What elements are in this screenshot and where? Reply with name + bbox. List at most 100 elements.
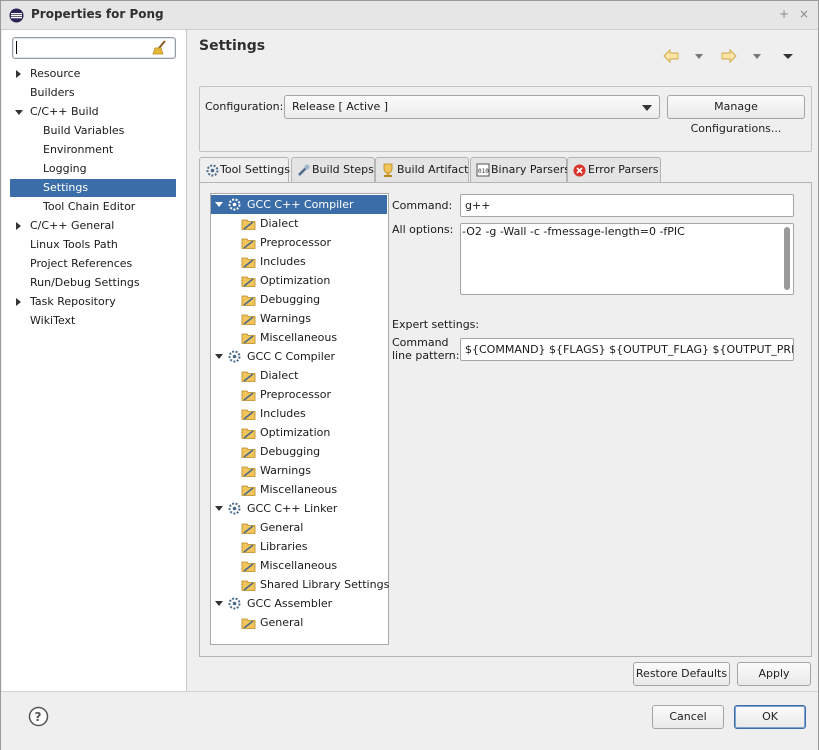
view-menu-icon[interactable] <box>783 54 793 59</box>
sidebar-item-builders[interactable]: Builders <box>16 84 171 102</box>
tree-tool-node[interactable]: GCC C Compiler <box>211 347 387 366</box>
collapse-arrow-icon[interactable] <box>215 506 223 511</box>
tree-option-node[interactable]: Dialect <box>241 366 387 385</box>
tree-option-node[interactable]: Debugging <box>241 442 387 461</box>
sidebar-item-tool-chain-editor[interactable]: Tool Chain Editor <box>29 198 171 216</box>
configuration-value: Release [ Active ] <box>292 100 389 113</box>
sidebar-item-task-repository[interactable]: Task Repository <box>16 293 171 311</box>
tree-option-node[interactable]: Miscellaneous <box>241 480 387 499</box>
expand-arrow-icon[interactable] <box>16 70 21 78</box>
tree-node-label: Optimization <box>260 274 331 287</box>
sidebar-item-label: Build Variables <box>43 124 125 137</box>
tab-binary-parsers[interactable]: 010 Binary Parsers <box>470 157 570 182</box>
collapse-arrow-icon[interactable] <box>215 354 223 359</box>
sidebar-item-label: Environment <box>43 143 114 156</box>
sidebar-item-linux-tools-path[interactable]: Linux Tools Path <box>16 236 171 254</box>
tree-node-label: Warnings <box>260 464 311 477</box>
tree-option-node[interactable]: Optimization <box>241 271 387 290</box>
text-cursor <box>16 41 17 54</box>
tree-option-node[interactable]: Optimization <box>241 423 387 442</box>
tree-node-label: GCC C++ Linker <box>247 502 338 515</box>
tab-build-steps[interactable]: Build Steps <box>291 157 375 182</box>
collapse-arrow-icon[interactable] <box>215 601 223 606</box>
tree-option-node[interactable]: General <box>241 613 387 632</box>
tree-tool-node[interactable]: GCC C++ Linker <box>211 499 387 518</box>
cancel-button[interactable]: Cancel <box>652 705 724 729</box>
option-category-icon <box>241 295 256 306</box>
ok-button[interactable]: OK <box>734 705 806 729</box>
sidebar-item-label: C/C++ Build <box>30 105 99 118</box>
tree-option-node[interactable]: Preprocessor <box>241 385 387 404</box>
tree-tool-node[interactable]: GCC Assembler <box>211 594 387 613</box>
scrollbar-thumb[interactable] <box>784 227 790 290</box>
option-category-icon <box>241 276 256 287</box>
tree-option-node[interactable]: Warnings <box>241 461 387 480</box>
tab-build-artifact[interactable]: Build Artifact <box>375 157 469 182</box>
tree-option-node[interactable]: Includes <box>241 252 387 271</box>
collapse-arrow-icon[interactable] <box>15 110 23 115</box>
sidebar-item-wikitext[interactable]: WikiText <box>16 312 171 330</box>
sidebar-item-environment[interactable]: Environment <box>29 141 171 159</box>
help-icon[interactable]: ? <box>28 706 49 727</box>
tree-option-node[interactable]: Miscellaneous <box>241 328 387 347</box>
sidebar-item-run-debug-settings[interactable]: Run/Debug Settings <box>16 274 171 292</box>
manage-configurations-button[interactable]: Manage Configurations... <box>667 95 805 135</box>
tree-node-label: Debugging <box>260 293 321 306</box>
filter-input[interactable] <box>12 37 176 59</box>
all-options-textarea[interactable]: -O2 -g -Wall -c -fmessage-length=0 -fPIC <box>460 223 794 295</box>
tree-option-node[interactable]: General <box>241 518 387 537</box>
tree-option-node[interactable]: Includes <box>241 404 387 423</box>
expand-arrow-icon[interactable] <box>16 298 21 306</box>
tree-option-node[interactable]: Debugging <box>241 290 387 309</box>
back-menu-chevron-icon[interactable] <box>695 54 703 59</box>
tab-error-parsers[interactable]: Error Parsers <box>567 157 661 182</box>
back-arrow-icon[interactable] <box>663 49 679 63</box>
sidebar-item-label: Tool Chain Editor <box>43 200 136 213</box>
sidebar-item-resource[interactable]: Resource <box>16 65 171 83</box>
forward-arrow-icon[interactable] <box>721 49 737 63</box>
configuration-select[interactable]: Release [ Active ] <box>284 95 660 119</box>
build-artifact-icon <box>383 163 393 177</box>
configuration-group: Configuration: Release [ Active ] Manage… <box>199 86 812 152</box>
option-category-icon <box>241 333 256 344</box>
close-button[interactable]: × <box>799 7 809 21</box>
sidebar-item-cpp-build[interactable]: C/C++ Build <box>15 103 171 121</box>
properties-dialog: Properties for Pong + × Resource Builder… <box>0 0 819 750</box>
sidebar-item-label: Settings <box>43 181 89 194</box>
tree-option-node[interactable]: Preprocessor <box>241 233 387 252</box>
sidebar-item-label: Builders <box>30 86 75 99</box>
tree-option-node[interactable]: Shared Library Settings <box>241 575 389 594</box>
tree-option-node[interactable]: Dialect <box>241 214 387 233</box>
command-label: Command: <box>392 199 453 212</box>
clear-broom-icon[interactable] <box>152 40 168 55</box>
tab-tool-settings[interactable]: Tool Settings <box>199 157 290 183</box>
tab-label: Binary Parsers <box>491 163 570 176</box>
expand-arrow-icon[interactable] <box>16 222 21 230</box>
forward-menu-chevron-icon[interactable] <box>753 54 761 59</box>
apply-button[interactable]: Apply <box>737 662 811 686</box>
tree-node-label: Dialect <box>260 369 299 382</box>
command-input[interactable]: g++ <box>460 194 794 217</box>
tree-node-label: Optimization <box>260 426 331 439</box>
maximize-button[interactable]: + <box>779 7 789 21</box>
sidebar-item-logging[interactable]: Logging <box>29 160 171 178</box>
tree-tool-node[interactable]: GCC C++ Compiler <box>211 195 387 214</box>
collapse-arrow-icon[interactable] <box>215 202 223 207</box>
tree-node-label: Dialect <box>260 217 299 230</box>
tree-option-node[interactable]: Warnings <box>241 309 387 328</box>
sidebar-item-build-variables[interactable]: Build Variables <box>29 122 171 140</box>
sidebar-item-cpp-general[interactable]: C/C++ General <box>16 217 171 235</box>
tree-option-node[interactable]: Miscellaneous <box>241 556 387 575</box>
tab-label: Build Steps <box>312 163 374 176</box>
sidebar-item-settings[interactable]: Settings <box>10 179 176 197</box>
option-category-icon <box>241 466 256 477</box>
option-category-icon <box>241 485 256 496</box>
option-category-icon <box>241 580 256 591</box>
command-line-pattern-label-line1: Command <box>392 336 449 349</box>
option-category-icon <box>241 618 256 629</box>
build-steps-icon <box>298 164 310 176</box>
command-line-pattern-input[interactable]: ${COMMAND} ${FLAGS} ${OUTPUT_FLAG} ${OUT… <box>460 338 794 361</box>
tree-option-node[interactable]: Libraries <box>241 537 387 556</box>
restore-defaults-button[interactable]: Restore Defaults <box>633 662 730 686</box>
sidebar-item-project-references[interactable]: Project References <box>16 255 171 273</box>
